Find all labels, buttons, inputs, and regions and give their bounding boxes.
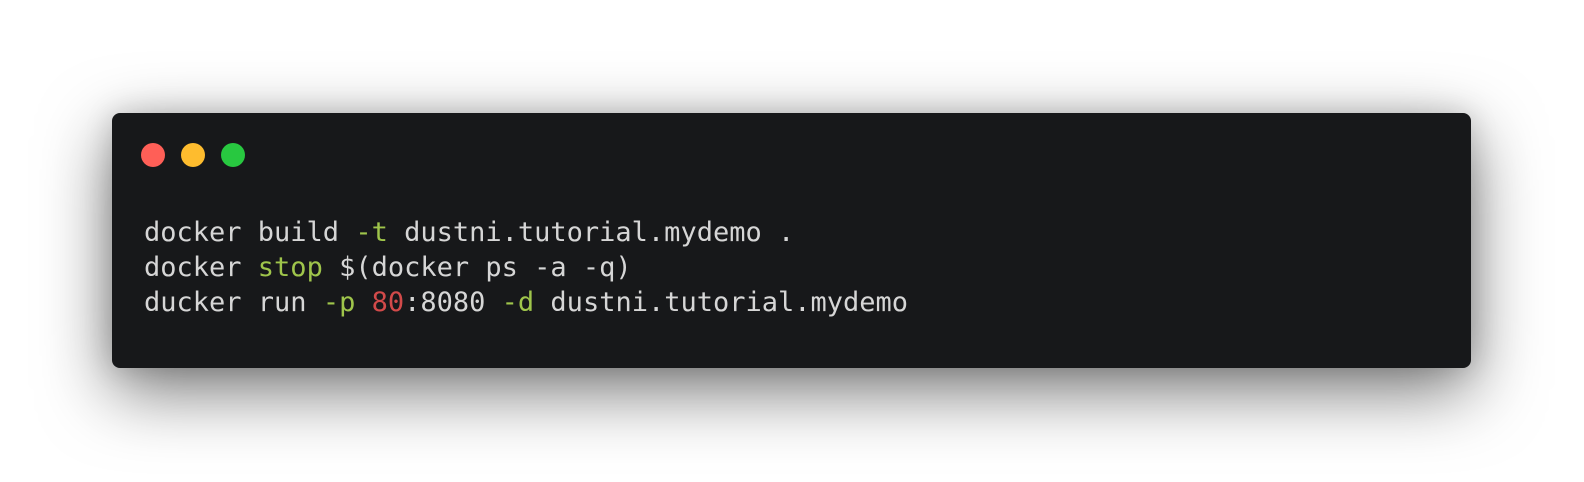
- code-token: dustni.tutorial.mydemo: [534, 287, 909, 318]
- window-controls: [141, 143, 245, 167]
- maximize-button[interactable]: [221, 143, 245, 167]
- code-line: ducker run -p 80:8080 -d dustni.tutorial…: [144, 285, 908, 320]
- code-token: docker: [144, 252, 258, 283]
- code-block: docker build -t dustni.tutorial.mydemo .…: [144, 215, 908, 320]
- code-token: stop: [257, 252, 323, 283]
- code-line: docker build -t dustni.tutorial.mydemo .: [144, 215, 908, 250]
- code-token: -t: [355, 217, 388, 248]
- terminal-window: docker build -t dustni.tutorial.mydemo .…: [112, 113, 1471, 368]
- code-token: -d: [501, 287, 535, 318]
- code-token: -p: [322, 287, 356, 318]
- minimize-button[interactable]: [181, 143, 205, 167]
- code-token: ducker run: [144, 287, 323, 318]
- code-token: dustni.tutorial.mydemo .: [387, 217, 795, 248]
- code-token: 80: [371, 287, 405, 318]
- code-token: $(docker ps -a -q): [322, 252, 632, 283]
- code-token: docker build: [144, 217, 356, 248]
- code-line: docker stop $(docker ps -a -q): [144, 250, 908, 285]
- code-token: :8080: [404, 287, 502, 318]
- close-button[interactable]: [141, 143, 165, 167]
